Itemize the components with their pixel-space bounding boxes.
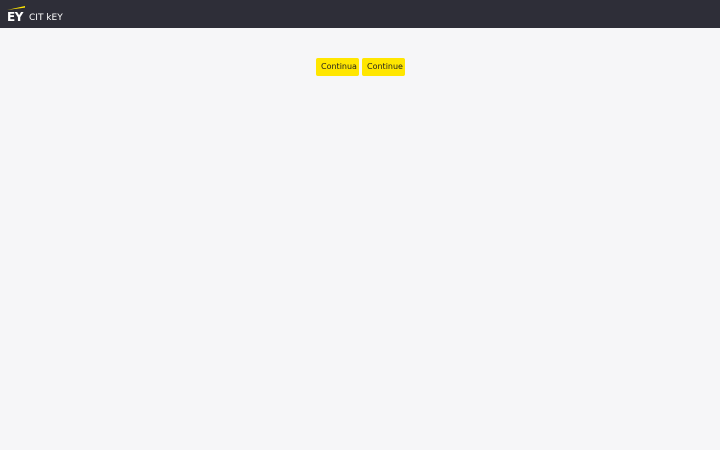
brand: EY bbox=[7, 4, 25, 24]
language-continue-buttons: Continua Continue bbox=[316, 58, 405, 76]
top-navigation-bar: EY CIT kEY bbox=[0, 0, 720, 28]
continue-english-button[interactable]: Continue bbox=[362, 58, 405, 76]
ey-logo: EY bbox=[7, 6, 25, 24]
continue-italian-button[interactable]: Continua bbox=[316, 58, 359, 76]
ey-logo-text: EY bbox=[7, 10, 23, 24]
app-title: CIT kEY bbox=[29, 13, 63, 23]
